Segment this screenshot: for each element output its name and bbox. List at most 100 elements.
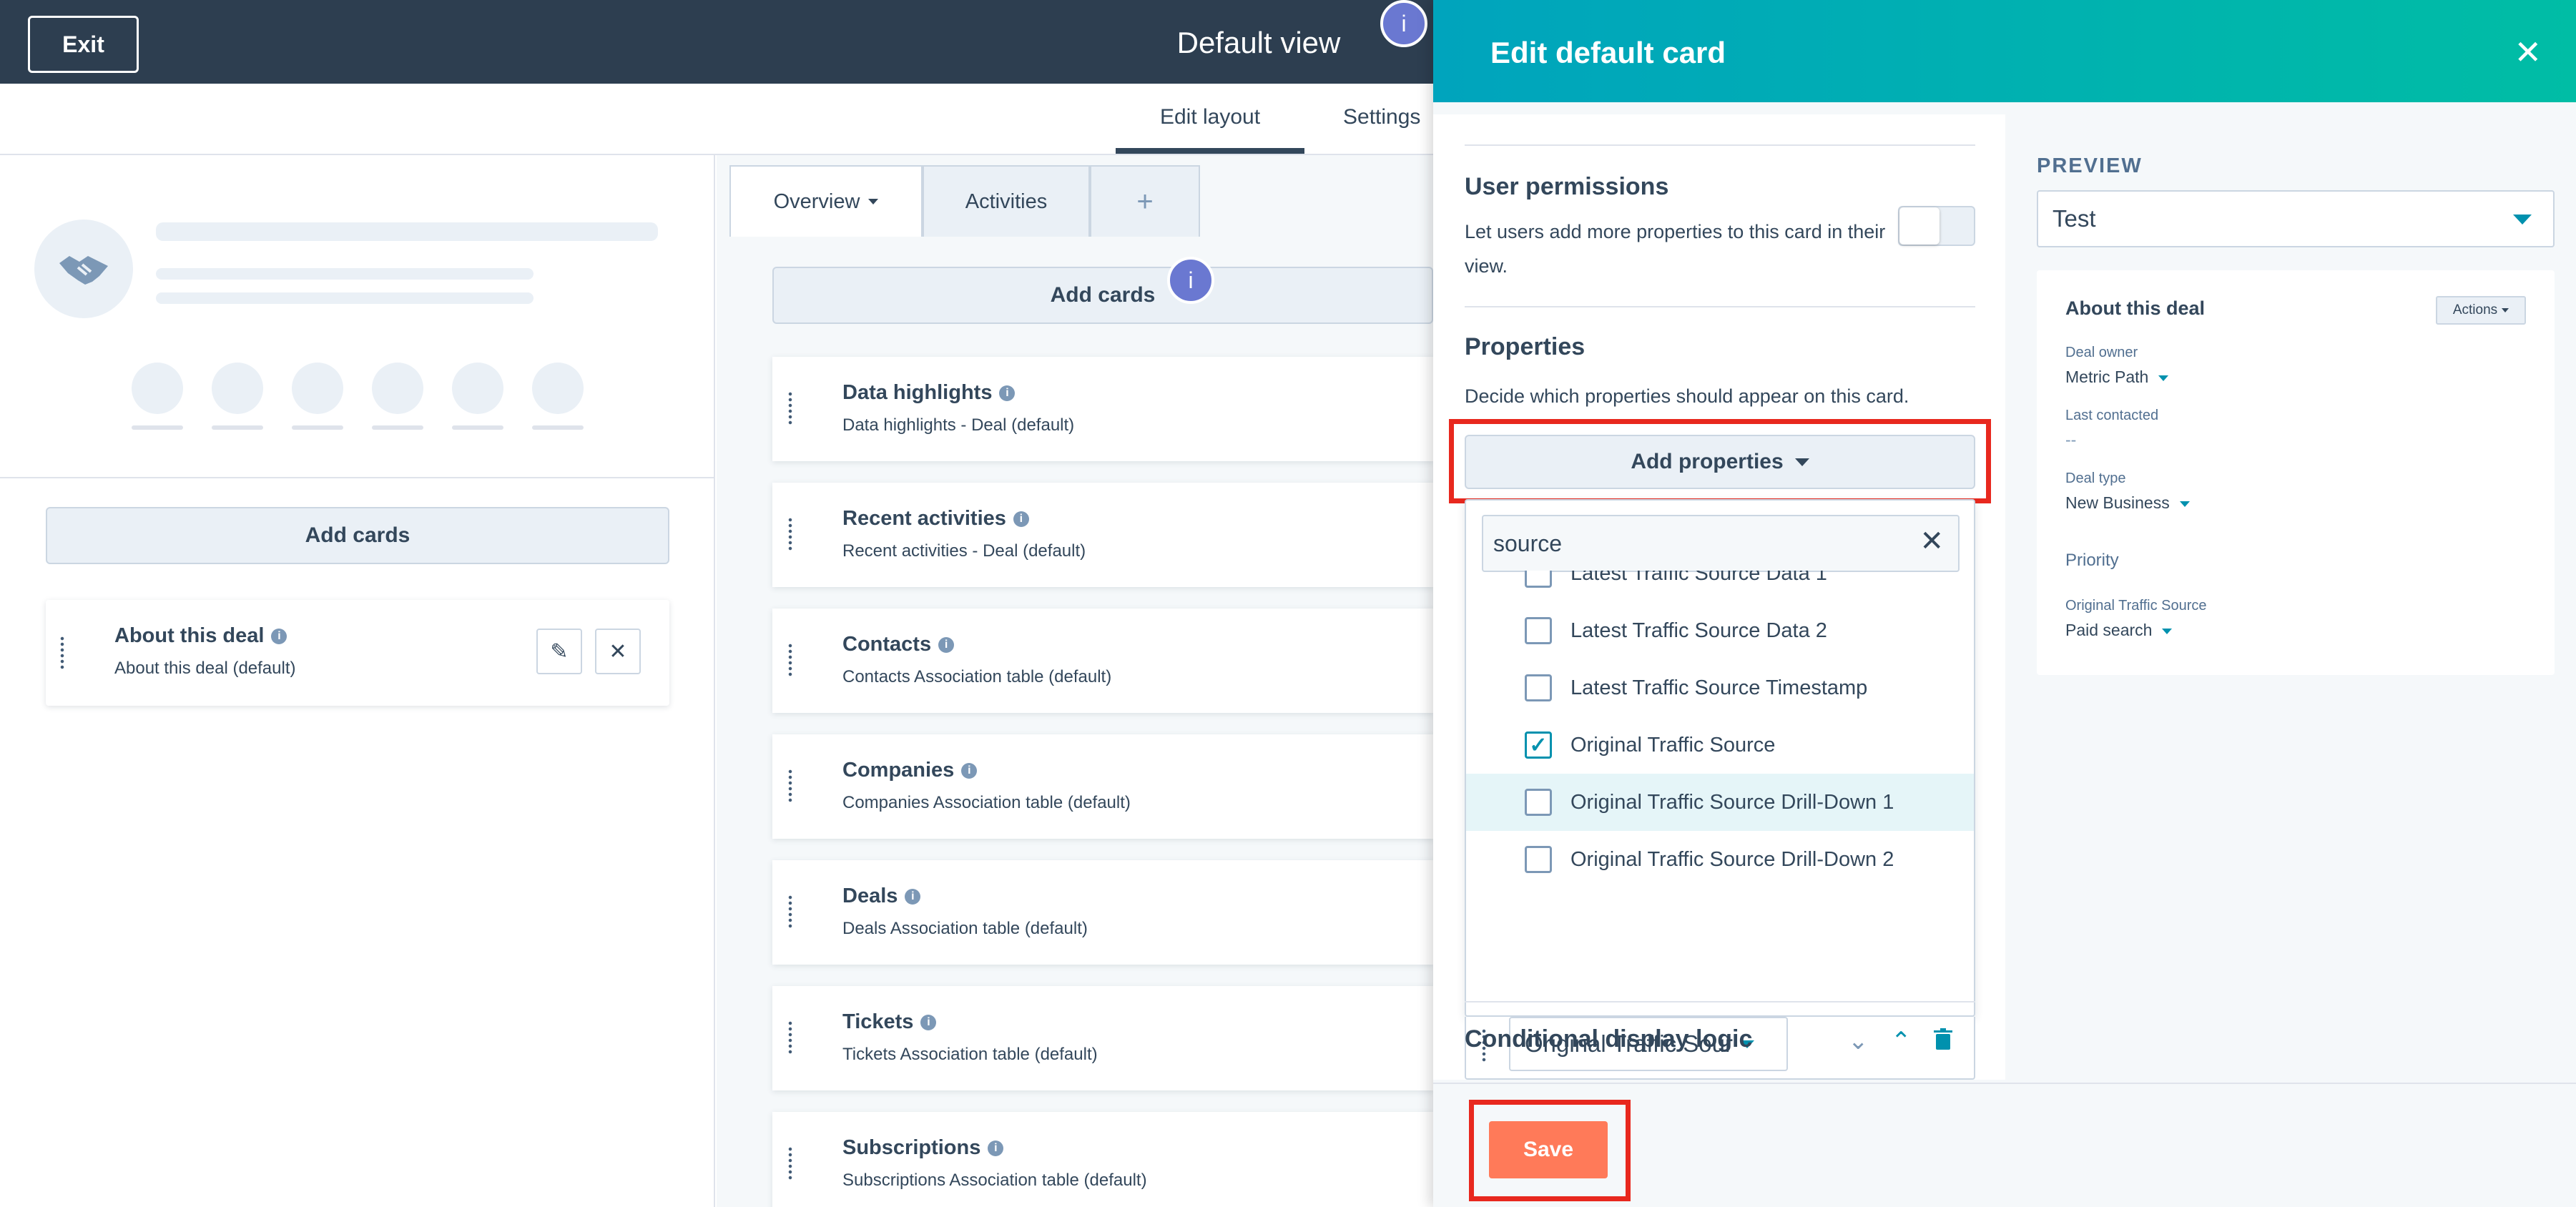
card-settings-form: User permissions Let users add more prop… xyxy=(1433,114,2005,1080)
divider xyxy=(0,477,715,478)
clear-search-icon[interactable]: ✕ xyxy=(1919,525,1944,558)
tab-activities[interactable]: Activities xyxy=(923,165,1090,237)
help-line: Let users add more properties to this ca… xyxy=(1465,221,1886,242)
handshake-icon-svg xyxy=(59,256,108,285)
actions-button[interactable]: Actions xyxy=(2436,296,2526,325)
info-icon: i xyxy=(1013,511,1029,528)
remove-card-button[interactable]: ✕ xyxy=(595,629,641,674)
skeleton-action-circle xyxy=(532,363,584,414)
info-badge[interactable]: i xyxy=(1380,0,1427,47)
chevron-down-icon xyxy=(2158,375,2169,381)
drag-handle-icon[interactable] xyxy=(787,391,794,425)
preview-card: About this deal Actions Deal owner Metri… xyxy=(2037,270,2555,675)
chevron-down-icon xyxy=(2513,215,2532,225)
properties-dropdown: ✕ Latest Traffic Source Data 1 Latest Tr… xyxy=(1465,499,1975,1017)
skeleton-action-label xyxy=(292,425,343,430)
deals-card[interactable]: Deals i Deals Association table (default) xyxy=(772,860,1433,965)
left-sidebar-preview: Add cards About this deal i About this de… xyxy=(0,155,715,1207)
add-cards-button-middle[interactable]: Add cards xyxy=(772,267,1433,324)
drag-handle-icon[interactable] xyxy=(59,636,66,670)
info-icon: i xyxy=(905,889,921,905)
info-icon: i xyxy=(999,385,1016,402)
subscriptions-card[interactable]: Subscriptions i Subscriptions Association… xyxy=(772,1112,1433,1207)
toggle-knob xyxy=(1899,207,1940,245)
info-icon: i xyxy=(920,1015,937,1031)
middle-column: Overview Activities + Add cards i Data h… xyxy=(717,155,1433,1207)
move-up-icon[interactable]: ⌃ xyxy=(1891,1027,1912,1055)
drag-handle-icon[interactable] xyxy=(787,769,794,803)
card-subtitle: Companies Association table (default) xyxy=(842,793,1131,812)
recent-activities-card[interactable]: Recent activities i Recent activities - D… xyxy=(772,483,1433,587)
info-icon: i xyxy=(938,637,955,654)
about-this-deal-card[interactable]: About this deal i About this deal (defaul… xyxy=(46,600,669,706)
tab-overview[interactable]: Overview xyxy=(729,165,923,237)
user-permissions-toggle[interactable] xyxy=(1898,206,1975,246)
drag-handle-icon[interactable] xyxy=(787,643,794,677)
preview-card-title: About this deal xyxy=(2065,297,2205,319)
drag-handle-icon[interactable] xyxy=(787,895,794,929)
info-badge[interactable]: i xyxy=(1167,257,1214,304)
property-option[interactable]: Original Traffic Source Drill-Down 2 xyxy=(1466,831,1974,888)
edit-card-button[interactable]: ✎ xyxy=(536,629,582,674)
tickets-card[interactable]: Tickets i Tickets Association table (defa… xyxy=(772,986,1433,1090)
skeleton-line xyxy=(156,268,534,280)
card-title: Data highlights i xyxy=(842,381,1016,405)
property-option[interactable]: Latest Traffic Source Data 1 xyxy=(1466,571,1974,602)
card-tabs: Overview Activities + xyxy=(729,165,1200,237)
field-label: Original Traffic Source xyxy=(2065,598,2207,614)
property-option[interactable]: Original Traffic Source Drill-Down 1 xyxy=(1466,774,1974,831)
card-subtitle: Tickets Association table (default) xyxy=(842,1045,1098,1064)
close-icon[interactable]: ✕ xyxy=(2514,33,2542,72)
tab-settings[interactable]: Settings xyxy=(1343,105,1420,129)
field-value[interactable]: Metric Path xyxy=(2065,368,2169,387)
add-tab-button[interactable]: + xyxy=(1090,165,1200,237)
card-subtitle: Data highlights - Deal (default) xyxy=(842,415,1075,435)
help-line: view. xyxy=(1465,255,1508,277)
drag-handle-icon[interactable] xyxy=(787,517,794,551)
chevron-down-icon xyxy=(2502,308,2509,312)
property-option[interactable]: ✓ Original Traffic Source xyxy=(1466,716,1974,774)
field-value[interactable]: New Business xyxy=(2065,493,2190,513)
contacts-card[interactable]: Contacts i Contacts Association table (de… xyxy=(772,609,1433,713)
exit-button[interactable]: Exit xyxy=(28,16,139,73)
card-title: Tickets i xyxy=(842,1010,937,1034)
trash-icon[interactable] xyxy=(1934,1028,1952,1055)
divider xyxy=(1465,1001,1975,1002)
drag-handle-icon[interactable] xyxy=(787,1020,794,1055)
tab-edit-layout[interactable]: Edit layout xyxy=(1116,105,1304,154)
property-option[interactable]: Latest Traffic Source Data 2 xyxy=(1466,602,1974,659)
option-label: Latest Traffic Source Data 2 xyxy=(1570,619,1827,642)
field-value[interactable]: Paid search xyxy=(2065,621,2173,640)
property-search-input[interactable] xyxy=(1493,523,1894,563)
checkbox[interactable] xyxy=(1525,789,1552,816)
companies-card[interactable]: Companies i Companies Association table (… xyxy=(772,734,1433,839)
card-title: Deals i xyxy=(842,885,921,908)
skeleton-action-label xyxy=(372,425,423,430)
checkbox[interactable] xyxy=(1525,674,1552,701)
field-label: Priority xyxy=(2065,551,2119,570)
move-down-icon[interactable]: ⌄ xyxy=(1848,1027,1869,1055)
card-subtitle: Contacts Association table (default) xyxy=(842,667,1112,686)
skeleton-action-circle xyxy=(212,363,263,414)
edit-card-drawer: Edit default card ✕ User permissions Let… xyxy=(1433,0,2576,1207)
checkbox[interactable] xyxy=(1525,571,1552,588)
add-cards-button-left[interactable]: Add cards xyxy=(46,507,669,564)
user-permissions-title: User permissions xyxy=(1465,173,1669,200)
card-title: Subscriptions i xyxy=(842,1136,1004,1160)
user-permissions-help: Let users add more properties to this ca… xyxy=(1465,215,1885,283)
highlight-box xyxy=(1449,419,1991,503)
property-option[interactable]: Latest Traffic Source Timestamp xyxy=(1466,659,1974,716)
info-icon: i xyxy=(271,629,287,645)
data-highlights-card[interactable]: Data highlights i Data highlights - Deal … xyxy=(772,357,1433,461)
divider xyxy=(1465,144,1975,146)
checkmark-icon: ✓ xyxy=(1529,733,1548,757)
checkbox-checked[interactable]: ✓ xyxy=(1525,731,1552,759)
checkbox[interactable] xyxy=(1525,846,1552,873)
option-label: Original Traffic Source Drill-Down 1 xyxy=(1570,790,1894,814)
checkbox[interactable] xyxy=(1525,617,1552,644)
info-icon: i xyxy=(988,1141,1004,1157)
field-label: Last contacted xyxy=(2065,408,2159,423)
skeleton-action-label xyxy=(132,425,183,430)
preview-record-select[interactable]: Test xyxy=(2037,190,2555,247)
drag-handle-icon[interactable] xyxy=(787,1146,794,1181)
